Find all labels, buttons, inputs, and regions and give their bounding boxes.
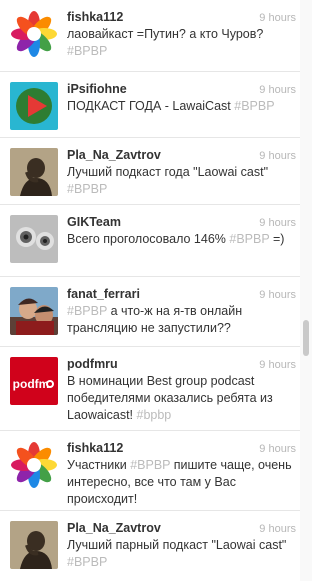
tweet-text: Лучший подкаст года "Laowai cast" #BPBP	[67, 164, 292, 198]
tweet-item[interactable]: GIKTeam 9 hours Всего проголосовало 146%…	[0, 205, 300, 277]
tweet-item[interactable]: podfm podfmru 9 hours В номинации Best g…	[0, 347, 300, 431]
tweet-text: В номинации Best group podcast победител…	[67, 373, 292, 424]
hashtag-link[interactable]: #BPBP	[229, 232, 269, 246]
tweet-time[interactable]: 9 hours	[259, 359, 296, 371]
tweet-author[interactable]: iPsifiohne	[67, 82, 127, 96]
vertical-scrollbar[interactable]	[300, 0, 312, 581]
hashtag-link[interactable]: #BPBP	[67, 555, 107, 569]
tweet-item[interactable]: iPsifiohne 9 hours ПОДКАСТ ГОДА - LawaiC…	[0, 72, 300, 138]
tweet-text: лаовайкаст =Путин? а кто Чуров? #BPBP	[67, 26, 292, 60]
tweet-item[interactable]: Pla_Na_Zavtrov 9 hours Лучший парный под…	[0, 511, 300, 581]
person-silhouette-icon[interactable]	[10, 148, 58, 196]
tweet-author[interactable]: podfmru	[67, 357, 118, 371]
flower-logo-icon[interactable]	[10, 10, 58, 58]
tweet-body: Всего проголосовало 146%	[67, 232, 226, 246]
speaker-grille-icon[interactable]	[10, 215, 58, 263]
hashtag-link[interactable]: #BPBP	[130, 458, 170, 472]
tweet-text: Участники #BPBP пишите чаще, очень интер…	[67, 457, 292, 508]
tweet-author[interactable]: fishka112	[67, 10, 123, 24]
tweet-body-tail: =)	[272, 232, 285, 246]
tweet-body: ПОДКАСТ ГОДА - LawaiCast	[67, 99, 231, 113]
tweet-time[interactable]: 9 hours	[259, 217, 296, 229]
tweet-author[interactable]: fanat_ferrari	[67, 287, 140, 301]
tweet-body: Лучший парный подкаст "Laowai cast"	[67, 538, 287, 552]
tweet-time[interactable]: 9 hours	[259, 150, 296, 162]
tweet-body: лаовайкаст =Путин? а кто Чуров?	[67, 27, 264, 41]
tweet-time[interactable]: 9 hours	[259, 443, 296, 455]
tweet-time[interactable]: 9 hours	[259, 84, 296, 96]
tweet-feed: fishka112 9 hours лаовайкаст =Путин? а к…	[0, 0, 300, 581]
tweet-body: Участники #BPBP пишите чаще, очень интер…	[67, 458, 292, 506]
user-photo-icon[interactable]	[10, 287, 58, 335]
play-button-icon[interactable]	[10, 82, 58, 130]
tweet-item[interactable]: fishka112 9 hours Участники #BPBP пишите…	[0, 431, 300, 511]
tweet-author[interactable]: fishka112	[67, 441, 123, 455]
tweet-author[interactable]: Pla_Na_Zavtrov	[67, 521, 161, 535]
tweet-time[interactable]: 9 hours	[259, 523, 296, 535]
hashtag-link[interactable]: #BPBP	[67, 182, 107, 196]
person-silhouette-icon[interactable]	[10, 521, 58, 569]
tweet-text: ПОДКАСТ ГОДА - LawaiCast #BPBP	[67, 98, 292, 115]
hashtag-link[interactable]: #BPBP	[234, 99, 274, 113]
tweet-item[interactable]: Pla_Na_Zavtrov 9 hours Лучший подкаст го…	[0, 138, 300, 205]
tweet-text: #BPBP а что-ж на я-тв онлайн трансляцию …	[67, 303, 292, 337]
hashtag-link[interactable]: #BPBP	[67, 44, 107, 58]
tweet-time[interactable]: 9 hours	[259, 289, 296, 301]
scrollbar-thumb[interactable]	[303, 320, 309, 356]
tweet-item[interactable]: fanat_ferrari 9 hours #BPBP а что-ж на я…	[0, 277, 300, 347]
tweet-body: Лучший подкаст года "Laowai cast"	[67, 165, 269, 179]
podfm-logo-icon[interactable]: podfm	[10, 357, 58, 405]
tweet-author[interactable]: GIKTeam	[67, 215, 121, 229]
podfm-logo-text: podfm	[13, 377, 50, 391]
tweet-author[interactable]: Pla_Na_Zavtrov	[67, 148, 161, 162]
flower-logo-icon[interactable]	[10, 441, 58, 489]
hashtag-link[interactable]: #bpbp	[137, 408, 172, 422]
tweet-item[interactable]: fishka112 9 hours лаовайкаст =Путин? а к…	[0, 0, 300, 72]
tweet-text: Всего проголосовало 146% #BPBP =)	[67, 231, 292, 248]
tweet-time[interactable]: 9 hours	[259, 12, 296, 24]
hashtag-link[interactable]: #BPBP	[67, 304, 107, 318]
tweet-text: Лучший парный подкаст "Laowai cast" #BPB…	[67, 537, 292, 571]
